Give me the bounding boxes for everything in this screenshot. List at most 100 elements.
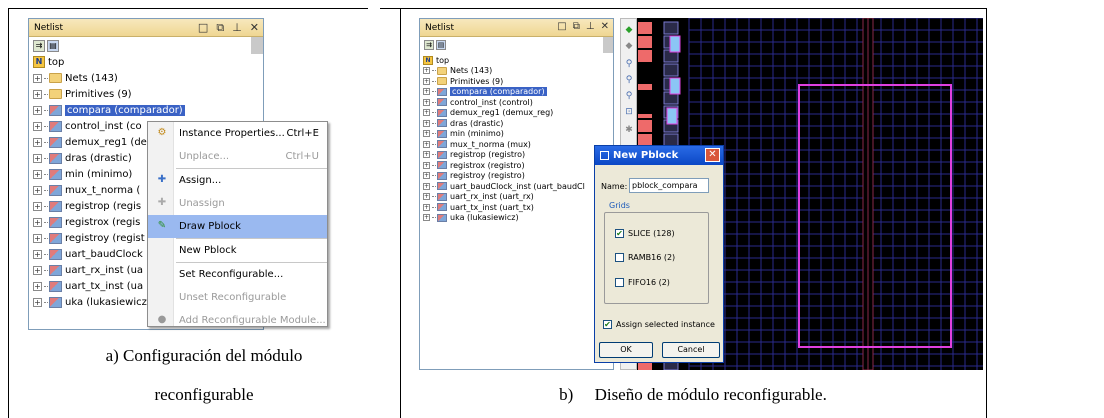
tree-node[interactable]: + registrox (registro) (423, 160, 613, 171)
menu-item-assign[interactable]: ✚ Assign... (148, 169, 327, 192)
pin-icon[interactable]: ⊥ (232, 21, 242, 35)
ok-button[interactable]: OK (599, 342, 653, 358)
restore-icon[interactable]: □ (198, 21, 208, 35)
collapse-all-icon[interactable]: ⇉ (33, 39, 45, 52)
expand-icon[interactable]: + (423, 161, 430, 169)
expand-icon[interactable]: + (33, 217, 42, 227)
tree-node[interactable]: + Nets (143) (33, 70, 263, 86)
menu-item-draw-pblock[interactable]: ✎ Draw Pblock (148, 215, 327, 238)
instance-icon (437, 150, 447, 159)
cancel-button[interactable]: Cancel (662, 342, 720, 358)
expand-icon[interactable]: + (423, 214, 430, 222)
expand-icon[interactable]: + (33, 105, 42, 115)
expand-icon[interactable]: + (33, 169, 42, 179)
expand-icon[interactable]: + (33, 201, 42, 211)
zoom-area-icon[interactable]: ⊡ (623, 107, 635, 117)
expand-icon[interactable]: + (423, 67, 430, 75)
expand-icon[interactable]: + (33, 297, 42, 307)
tree-node-selected[interactable]: + compara (comparador) (33, 102, 263, 118)
tree-node-label: registrox (registro) (450, 160, 525, 170)
netlist-title: Netlist (34, 22, 64, 33)
menu-item-unset-reconfigurable[interactable]: Unset Reconfigurable (148, 286, 327, 309)
instance-icon (437, 140, 447, 149)
tree-node[interactable]: + uart_baudClock_inst (uart_baudCl (423, 181, 613, 192)
expand-icon[interactable]: + (33, 89, 42, 99)
dialog-close-button[interactable]: ✕ (705, 148, 720, 162)
show-properties-icon[interactable]: ▤ (47, 39, 59, 52)
expand-icon[interactable]: + (423, 88, 430, 96)
tree-node-selected[interactable]: + compara (comparador) (423, 87, 613, 98)
zoom-fit-icon[interactable]: ⚲ (623, 91, 635, 101)
close-icon[interactable]: ✕ (250, 21, 259, 35)
expand-icon[interactable]: + (33, 185, 42, 195)
expand-icon[interactable]: + (423, 151, 430, 159)
netlist-toolbar: ⇉ ▤ (29, 37, 263, 54)
instance-icon (49, 136, 62, 148)
expand-icon[interactable]: + (423, 98, 430, 106)
tree-node[interactable]: + uart_rx_inst (uart_rx) (423, 192, 613, 203)
grid-option-checkbox[interactable]: RAMB16 (2) (615, 253, 675, 262)
collapse-all-icon[interactable]: ⇉ (424, 40, 434, 50)
expand-icon[interactable]: + (33, 281, 42, 291)
tree-node[interactable]: + uart_tx_inst (uart_tx) (423, 202, 613, 213)
tree-node[interactable]: + registrop (registro) (423, 150, 613, 161)
grid-option-checkbox[interactable]: ✔ SLICE (128) (615, 229, 675, 238)
instance-icon (49, 184, 62, 196)
dialog-title: New Pblock (613, 150, 679, 161)
restore-icon[interactable]: □ (557, 21, 566, 32)
move-icon[interactable]: ◆ (623, 41, 635, 51)
tree-node[interactable]: + Primitives (9) (33, 86, 263, 102)
grid-option-checkbox[interactable]: FIFO16 (2) (615, 278, 670, 287)
horizontal-scrollbar[interactable] (251, 37, 263, 54)
expand-icon[interactable]: + (33, 233, 42, 243)
name-field[interactable]: pblock_compara (629, 178, 709, 193)
expand-icon[interactable]: + (33, 249, 42, 259)
float-icon[interactable]: ⧉ (216, 21, 224, 35)
check-mark (615, 253, 624, 262)
menu-item-new-pblock[interactable]: New Pblock (148, 239, 327, 262)
tree-node[interactable]: + Nets (143) (423, 66, 613, 77)
assign-checkbox[interactable]: ✔ Assign selected instance (603, 320, 715, 329)
horizontal-scrollbar[interactable] (603, 37, 613, 53)
menu-item-set-reconfigurable[interactable]: Set Reconfigurable... (148, 263, 327, 286)
pin-icon[interactable]: ⊥ (586, 21, 595, 32)
highlight-tile (669, 35, 681, 53)
expand-icon[interactable]: + (423, 203, 430, 211)
expand-icon[interactable]: + (423, 172, 430, 180)
expand-icon[interactable]: + (33, 137, 42, 147)
tree-root[interactable]: Ntop (423, 55, 613, 66)
tree-node[interactable]: + demux_reg1 (demux_reg) (423, 108, 613, 119)
expand-icon[interactable]: + (423, 140, 430, 148)
zoom-out-icon[interactable]: ⚲ (623, 75, 635, 85)
expand-icon[interactable]: + (33, 265, 42, 275)
expand-icon[interactable]: + (423, 119, 430, 127)
float-icon[interactable]: ⧉ (573, 21, 580, 32)
tree-root[interactable]: Ntop (33, 54, 263, 70)
expand-icon[interactable]: + (423, 130, 430, 138)
expand-icon[interactable]: + (33, 73, 42, 83)
tree-node[interactable]: + control_inst (control) (423, 97, 613, 108)
tree-node[interactable]: + registroy (registro) (423, 171, 613, 182)
menu-item-unassign[interactable]: ✚ Unassign (148, 192, 327, 215)
tree-node[interactable]: + mux_t_norma (mux) (423, 139, 613, 150)
tree-node[interactable]: + min (minimo) (423, 129, 613, 140)
menu-item-label: New Pblock (179, 245, 237, 256)
expand-icon[interactable]: + (33, 153, 42, 163)
show-properties-icon[interactable]: ▤ (436, 40, 446, 50)
expand-icon[interactable]: + (423, 182, 430, 190)
tree-node[interactable]: + uka (lukasiewicz) (423, 213, 613, 224)
select-icon[interactable]: ◆ (623, 25, 635, 35)
menu-item-instance-properties[interactable]: ⚙ Instance Properties... Ctrl+E (148, 122, 327, 145)
expand-icon[interactable]: + (423, 193, 430, 201)
tree-node[interactable]: + dras (drastic) (423, 118, 613, 129)
expand-icon[interactable]: + (423, 109, 430, 117)
zoom-in-icon[interactable]: ⚲ (623, 59, 635, 69)
menu-item-add-reconfigurable-module[interactable]: ● Add Reconfigurable Module... (148, 309, 327, 332)
menu-item-unplace[interactable]: Unplace... Ctrl+U (148, 145, 327, 168)
close-icon[interactable]: ✕ (601, 21, 609, 32)
tree-node[interactable]: + Primitives (9) (423, 76, 613, 87)
expand-icon[interactable]: + (423, 77, 430, 85)
route-icon[interactable]: ✱ (623, 125, 635, 135)
netlist-tree: Ntop + Nets (143) + Primitives (9) + compara … (420, 53, 613, 223)
expand-icon[interactable]: + (33, 121, 42, 131)
